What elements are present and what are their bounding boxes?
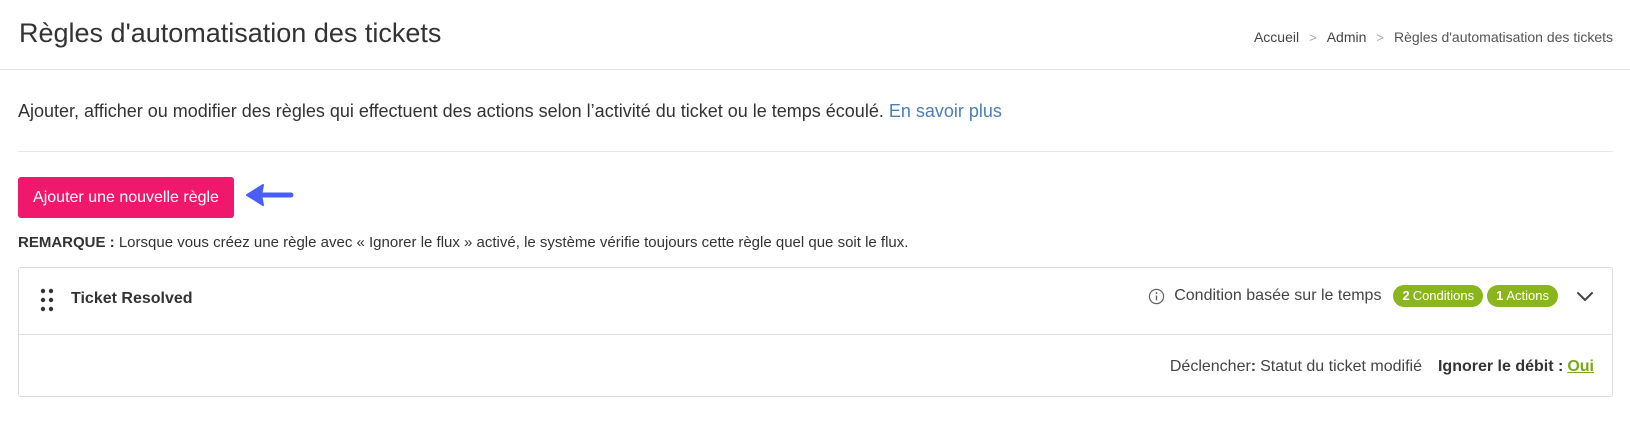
rule-card: Ticket Resolved Condition basée sur le t…	[18, 267, 1613, 397]
chevron-down-icon[interactable]	[1574, 285, 1596, 307]
actions-badge: 1 Actions	[1487, 285, 1558, 307]
drag-handle-icon[interactable]	[39, 287, 55, 313]
breadcrumb-admin-link[interactable]: Admin	[1327, 29, 1367, 45]
rule-meta: Condition basée sur le temps 2 Conditions…	[1148, 285, 1596, 307]
condition-type: Condition basée sur le temps	[1174, 287, 1382, 304]
note-text: Lorsque vous créez une règle avec « Igno…	[118, 234, 909, 251]
skip-flow-label: Ignorer le débit :	[1437, 358, 1564, 375]
add-new-rule-button[interactable]: Ajouter une nouvelle règle	[18, 177, 234, 218]
learn-more-link[interactable]: En savoir plus	[889, 101, 1002, 121]
note: REMARQUE : Lorsque vous créez une règle …	[18, 234, 908, 251]
conditions-label: Conditions	[1412, 288, 1475, 303]
info-icon	[1149, 288, 1165, 304]
page-description: Ajouter, afficher ou modifier des règles…	[18, 101, 1002, 122]
breadcrumb-separator: >	[1376, 29, 1384, 45]
conditions-count: 2	[1402, 288, 1410, 303]
description-text: Ajouter, afficher ou modifier des règles…	[18, 101, 884, 121]
actions-label: Actions	[1506, 288, 1549, 303]
page-title: Règles d'automatisation des tickets	[19, 18, 442, 48]
actions-count: 1	[1496, 288, 1504, 303]
breadcrumb-separator: >	[1309, 29, 1317, 45]
skip-flow-value-link[interactable]: Oui	[1567, 358, 1594, 376]
trigger-label: Déclencher	[1169, 358, 1251, 375]
conditions-badge: 2 Conditions	[1393, 285, 1484, 307]
rule-card-header[interactable]: Ticket Resolved Condition basée sur le t…	[19, 268, 1612, 335]
page-header: Règles d'automatisation des tickets Accu…	[0, 0, 1630, 70]
breadcrumb-current: Règles d'automatisation des tickets	[1393, 29, 1613, 45]
rule-card-footer: Déclencher: Statut du ticket modifié Ign…	[1170, 358, 1594, 376]
trigger-value: Statut du ticket modifié	[1260, 358, 1422, 375]
rule-name: Ticket Resolved	[71, 290, 193, 307]
trigger-colon: :	[1250, 358, 1257, 375]
section-divider	[18, 151, 1613, 152]
breadcrumb-home-link[interactable]: Accueil	[1254, 29, 1299, 45]
note-label: REMARQUE :	[18, 234, 115, 251]
arrow-left-icon	[246, 184, 294, 206]
breadcrumb: Accueil > Admin > Règles d'automatisatio…	[1254, 29, 1613, 45]
